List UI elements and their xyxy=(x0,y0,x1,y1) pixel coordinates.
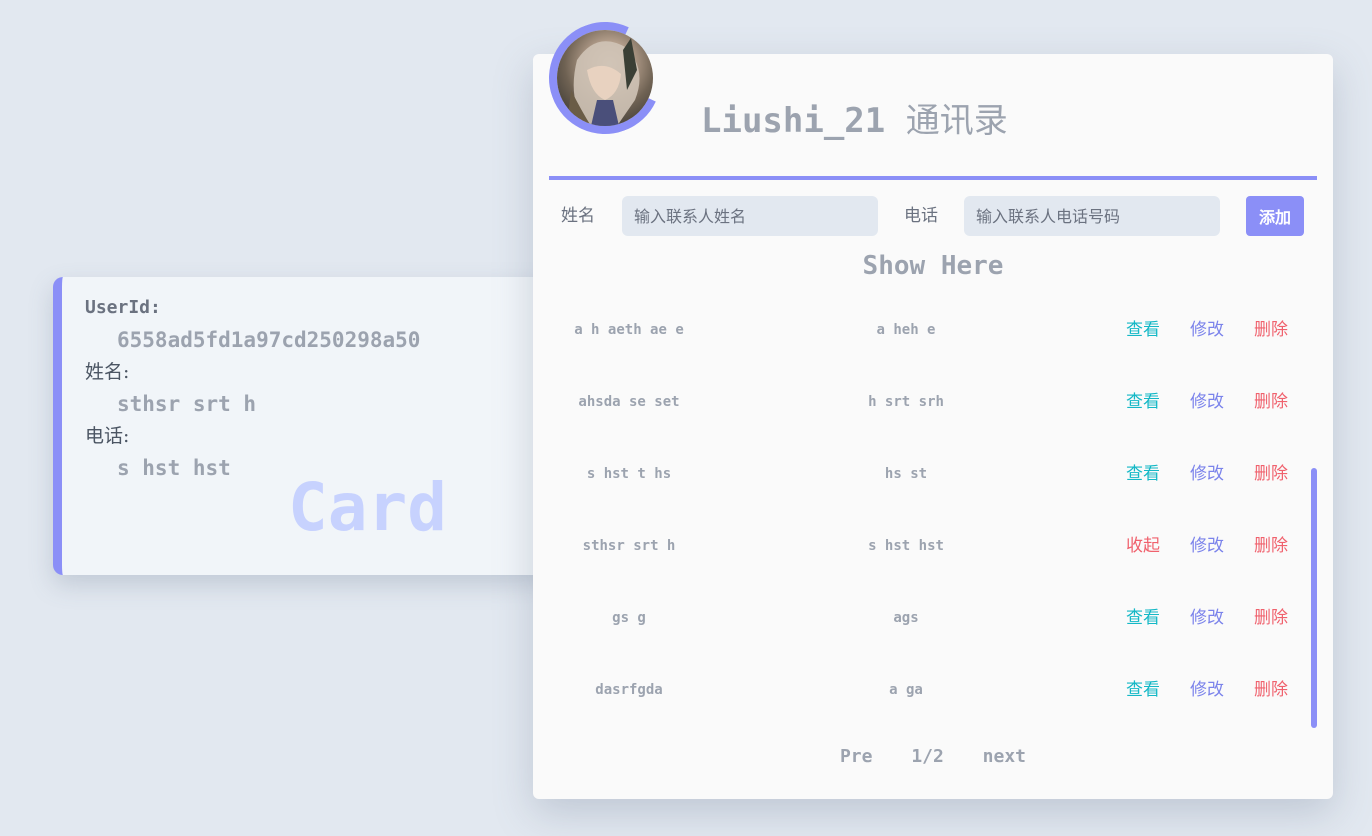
delete-button[interactable]: 删除 xyxy=(1254,366,1288,438)
delete-button[interactable]: 删除 xyxy=(1254,438,1288,510)
contact-name: ahsda se set xyxy=(578,394,680,410)
edit-button[interactable]: 修改 xyxy=(1190,438,1224,510)
contact-name: dasrfgda xyxy=(595,682,663,698)
list-item: a h aeth ae e a heh e 查看 修改 删除 xyxy=(533,294,1303,366)
name-label: 姓名: xyxy=(85,361,130,383)
phone-field-label: 电话 xyxy=(904,206,938,226)
view-button[interactable]: 查看 xyxy=(1126,366,1160,438)
name-input[interactable] xyxy=(622,196,878,236)
edit-button[interactable]: 修改 xyxy=(1190,294,1224,366)
contact-phone: ags xyxy=(893,610,919,626)
userid-value: 6558ad5fd1a97cd250298a50 xyxy=(117,328,421,352)
title-suffix: 通讯录 xyxy=(905,101,1008,141)
userid-label: UserId: xyxy=(85,297,161,318)
contact-phone: h srt srh xyxy=(868,394,944,410)
pagination: Pre 1/2 next xyxy=(533,742,1333,772)
contact-name: gs g xyxy=(612,610,646,626)
name-value: sthsr srt h xyxy=(117,392,257,416)
view-button[interactable]: 查看 xyxy=(1126,654,1160,726)
title-divider xyxy=(549,176,1317,180)
collapse-button[interactable]: 收起 xyxy=(1126,510,1160,582)
page-title: Liushi_21 通讯录 xyxy=(701,98,1008,144)
title-username: Liushi_21 xyxy=(701,101,886,141)
edit-button[interactable]: 修改 xyxy=(1190,366,1224,438)
delete-button[interactable]: 删除 xyxy=(1254,654,1288,726)
contact-name: a h aeth ae e xyxy=(574,322,684,338)
contacts-panel: Liushi_21 通讯录 姓名 电话 添加 Show Here a h aet… xyxy=(533,6,1333,799)
card-watermark: Card xyxy=(288,469,447,546)
delete-button[interactable]: 删除 xyxy=(1254,582,1288,654)
list-item: dasrfgda a ga 查看 修改 删除 xyxy=(533,654,1303,726)
list-item: s hst t hs hs st 查看 修改 删除 xyxy=(533,438,1303,510)
contact-phone: s hst hst xyxy=(868,538,944,554)
avatar-image xyxy=(567,38,640,126)
edit-button[interactable]: 修改 xyxy=(1190,654,1224,726)
avatar xyxy=(557,30,653,126)
contact-phone: a ga xyxy=(889,682,923,698)
add-contact-button[interactable]: 添加 xyxy=(1246,196,1304,236)
contact-name: sthsr srt h xyxy=(582,538,676,554)
name-field-label: 姓名 xyxy=(561,206,595,226)
list-item: sthsr srt h s hst hst 收起 修改 删除 xyxy=(533,510,1303,582)
view-button[interactable]: 查看 xyxy=(1126,438,1160,510)
next-page-button[interactable]: next xyxy=(983,742,1026,772)
contact-detail-card: UserId: 6558ad5fd1a97cd250298a50 姓名: sth… xyxy=(53,277,553,575)
contact-name: s hst t hs xyxy=(586,466,672,482)
delete-button[interactable]: 删除 xyxy=(1254,510,1288,582)
list-item: ahsda se set h srt srh 查看 修改 删除 xyxy=(533,366,1303,438)
list-item: gs g ags 查看 修改 删除 xyxy=(533,582,1303,654)
edit-button[interactable]: 修改 xyxy=(1190,582,1224,654)
contact-list: a h aeth ae e a heh e 查看 修改 删除 ahsda se … xyxy=(533,294,1333,726)
list-scrollbar[interactable] xyxy=(1311,468,1317,728)
list-heading: Show Here xyxy=(862,251,1004,281)
view-button[interactable]: 查看 xyxy=(1126,294,1160,366)
add-contact-form: 姓名 电话 添加 xyxy=(533,196,1333,236)
phone-input[interactable] xyxy=(964,196,1220,236)
prev-page-button[interactable]: Pre xyxy=(840,742,873,772)
edit-button[interactable]: 修改 xyxy=(1190,510,1224,582)
contact-phone: hs st xyxy=(884,466,928,482)
view-button[interactable]: 查看 xyxy=(1126,582,1160,654)
delete-button[interactable]: 删除 xyxy=(1254,294,1288,366)
contact-phone: a heh e xyxy=(876,322,936,338)
phone-label: 电话: xyxy=(85,425,130,447)
page-indicator: 1/2 xyxy=(911,746,944,767)
